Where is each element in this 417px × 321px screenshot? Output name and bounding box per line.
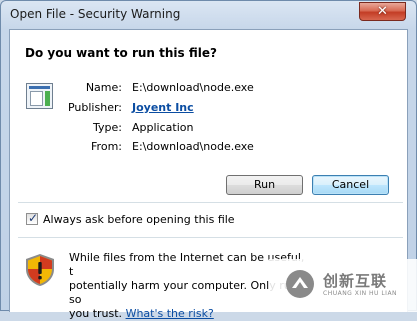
checkmark-icon: ✓ (28, 211, 39, 225)
cancel-button[interactable]: Cancel (312, 175, 389, 195)
close-button[interactable]: ✕ (359, 2, 406, 21)
type-value: Application (132, 121, 194, 134)
from-value: E:\download\node.exe (132, 140, 254, 153)
publisher-link[interactable]: Joyent Inc (132, 101, 194, 114)
divider (18, 202, 403, 203)
divider (18, 237, 403, 238)
whats-the-risk-link[interactable]: What's the risk? (126, 307, 214, 320)
close-icon: ✕ (377, 4, 388, 19)
type-label: Type: (93, 121, 122, 134)
name-value: E:\download\node.exe (132, 81, 254, 94)
window-title: Open File - Security Warning (10, 7, 181, 21)
watermark-logo-icon (286, 270, 314, 298)
watermark-en-text: CHUANG XIN HU LIAN (323, 290, 398, 297)
watermark-cn-text: 创新互联 (323, 272, 388, 290)
name-label: Name: (85, 81, 122, 94)
dialog-window: Open File - Security Warning ✕ Do you wa… (0, 0, 417, 320)
warning-line-3: you trust. (69, 307, 123, 320)
run-button[interactable]: Run (226, 175, 303, 195)
publisher-label: Publisher: (67, 101, 122, 114)
watermark: 创新互联 CHUANG XIN HU LIAN (269, 259, 417, 312)
always-ask-label[interactable]: Always ask before opening this file (43, 213, 235, 226)
always-ask-checkbox[interactable]: ✓ (26, 211, 39, 225)
security-shield-icon (26, 254, 54, 286)
dialog-question: Do you want to run this file? (25, 46, 217, 60)
from-label: From: (91, 140, 122, 153)
